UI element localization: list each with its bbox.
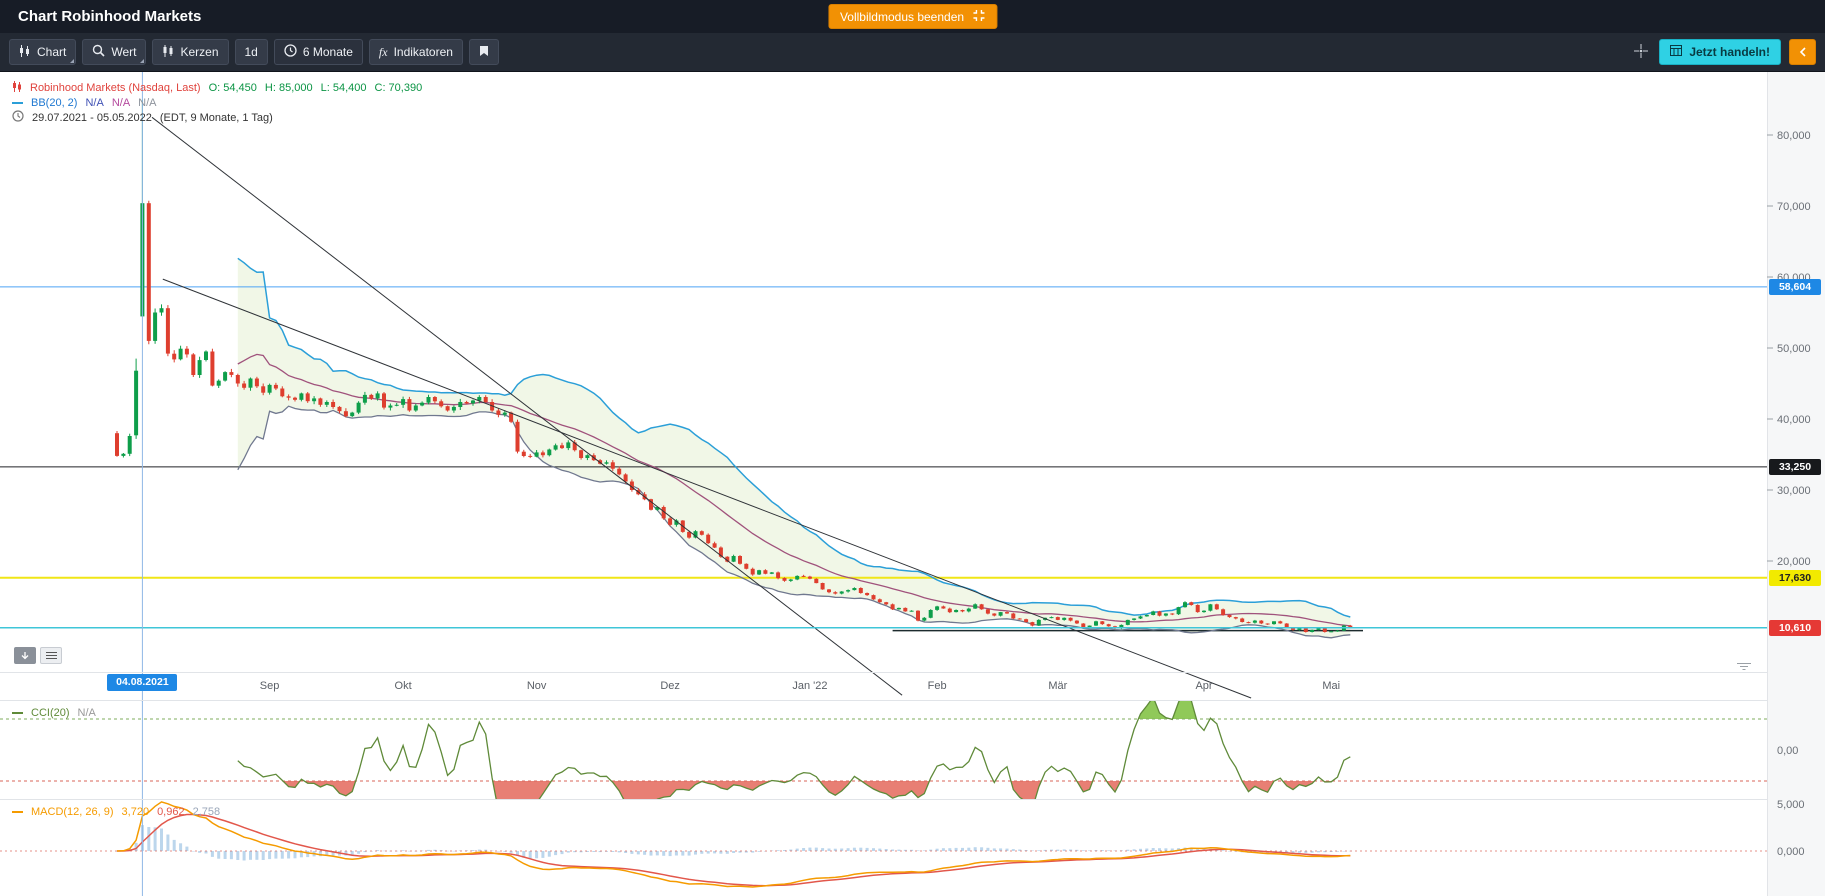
svg-text:Feb: Feb xyxy=(928,680,947,692)
exit-fullscreen-button[interactable]: Vollbildmodus beenden xyxy=(828,4,997,29)
svg-text:Okt: Okt xyxy=(395,680,412,692)
interval-label: 1d xyxy=(245,45,258,59)
price-chart-canvas[interactable]: Sep Okt Nov Dez Jan '22 Feb Mär Apr Mai 80,000 70,… xyxy=(0,72,1825,702)
svg-text:Mai: Mai xyxy=(1322,680,1340,692)
svg-text:40,000: 40,000 xyxy=(1777,414,1811,426)
price-level-badge: 33,250 xyxy=(1769,459,1821,475)
svg-text:Mär: Mär xyxy=(1048,680,1067,692)
bb-middle-value: N/A xyxy=(112,97,130,109)
candle-style-button[interactable]: Kerzen xyxy=(152,39,228,65)
chart-type-label: Chart xyxy=(37,45,66,59)
collapse-panel-button[interactable] xyxy=(1789,39,1816,65)
svg-text:50,000: 50,000 xyxy=(1777,343,1811,355)
cci-panel-canvas[interactable]: 0,00 xyxy=(0,700,1825,799)
cci-legend: CCI(20) N/A xyxy=(12,705,96,720)
panel-controls xyxy=(14,647,62,664)
arrow-down-icon xyxy=(20,651,30,661)
svg-text:Jan '22: Jan '22 xyxy=(792,680,827,692)
chevron-left-icon xyxy=(1799,45,1807,60)
trade-now-label: Jetzt handeln! xyxy=(1689,45,1770,59)
svg-text:Dez: Dez xyxy=(660,680,680,692)
panel-separator xyxy=(0,700,1767,701)
chart-application: Chart Robinhood Markets Vollbildmodus be… xyxy=(0,0,1825,896)
svg-text:20,000: 20,000 xyxy=(1777,556,1811,568)
ohlc-high: H: 85,000 xyxy=(265,82,313,94)
cci-value: N/A xyxy=(78,707,96,719)
bb-label: BB(20, 2) xyxy=(31,97,77,109)
macd-panel-canvas[interactable]: 5,000 0,000 xyxy=(0,799,1825,896)
svg-text:Nov: Nov xyxy=(527,680,547,692)
cci-line-icon xyxy=(12,712,23,714)
crosshair-date-badge: 04.08.2021 xyxy=(107,674,177,691)
clock-icon xyxy=(284,44,297,60)
bookmark-icon xyxy=(479,45,489,60)
panel-layout-button[interactable] xyxy=(40,647,62,664)
bb-line-icon xyxy=(12,102,23,104)
last-price-badge: 10,610 xyxy=(1769,620,1821,636)
crosshair-tool-button[interactable] xyxy=(1633,43,1649,62)
date-range-note: (EDT, 9 Monate, 1 Tag) xyxy=(160,112,273,124)
time-range-label: 6 Monate xyxy=(303,45,353,59)
svg-text:Apr: Apr xyxy=(1195,680,1212,692)
instrument-icon xyxy=(12,81,22,95)
svg-text:70,000: 70,000 xyxy=(1777,201,1811,213)
macd-hist-value: 2,758 xyxy=(193,806,221,818)
clock-icon xyxy=(12,110,24,125)
price-level-badge: 58,604 xyxy=(1769,279,1821,295)
dropdown-corner-icon xyxy=(70,59,74,63)
ohlc-open: O: 54,450 xyxy=(209,82,257,94)
indicators-label: Indikatoren xyxy=(394,45,453,59)
macd-value: 3,720 xyxy=(122,806,150,818)
exit-fullscreen-icon xyxy=(972,9,985,25)
bookmark-button[interactable] xyxy=(469,39,499,65)
ohlc-low: L: 54,400 xyxy=(321,82,367,94)
crosshair-icon xyxy=(1633,43,1649,62)
candlestick-icon xyxy=(19,45,31,60)
trade-now-button[interactable]: Jetzt handeln! xyxy=(1659,39,1781,65)
panel-collapse-button[interactable] xyxy=(14,647,36,664)
svg-text:80,000: 80,000 xyxy=(1777,130,1811,142)
macd-label: MACD(12, 26, 9) xyxy=(31,806,114,818)
panel-separator xyxy=(0,799,1767,800)
dropdown-corner-icon xyxy=(140,59,144,63)
interval-button[interactable]: 1d xyxy=(235,39,268,65)
svg-text:0,000: 0,000 xyxy=(1777,846,1805,858)
svg-text:5,000: 5,000 xyxy=(1777,799,1805,811)
candles-icon xyxy=(162,45,174,60)
date-range: 29.07.2021 - 05.05.2022 xyxy=(32,112,152,124)
svg-text:30,000: 30,000 xyxy=(1777,485,1811,497)
indicators-button[interactable]: fx Indikatoren xyxy=(369,39,463,65)
instrument-search-button[interactable]: Wert xyxy=(82,39,146,65)
search-icon xyxy=(92,44,105,60)
chart-legend: Robinhood Markets (Nasdaq, Last) O: 54,4… xyxy=(12,80,422,125)
instrument-name: Robinhood Markets (Nasdaq, Last) xyxy=(30,82,201,94)
instrument-search-label: Wert xyxy=(111,45,136,59)
chart-type-button[interactable]: Chart xyxy=(9,39,76,65)
macd-legend: MACD(12, 26, 9) 3,720 0,962 2,758 xyxy=(12,804,220,819)
chart-toolbar: Chart Wert Kerzen 1d 6 Monate fx Indi xyxy=(0,33,1825,72)
chart-area: Sep Okt Nov Dez Jan '22 Feb Mär Apr Mai 80,000 70,… xyxy=(0,72,1825,896)
cci-label: CCI(20) xyxy=(31,707,70,719)
panel-separator xyxy=(0,672,1767,673)
function-icon: fx xyxy=(379,45,388,60)
layers-icon xyxy=(46,651,57,660)
axis-settings-icon[interactable] xyxy=(1736,658,1752,676)
exit-fullscreen-label: Vollbildmodus beenden xyxy=(840,10,964,24)
bb-lower-value: N/A xyxy=(138,97,156,109)
time-range-button[interactable]: 6 Monate xyxy=(274,39,363,65)
bb-upper-value: N/A xyxy=(85,97,103,109)
candle-style-label: Kerzen xyxy=(180,45,218,59)
window-titlebar: Chart Robinhood Markets Vollbildmodus be… xyxy=(0,0,1825,33)
macd-line-icon xyxy=(12,811,23,813)
order-book-icon xyxy=(1670,45,1682,59)
price-level-badge: 17,630 xyxy=(1769,570,1821,586)
page-title: Chart Robinhood Markets xyxy=(18,8,201,25)
svg-text:0,00: 0,00 xyxy=(1777,745,1798,757)
macd-signal-value: 0,962 xyxy=(157,806,185,818)
ohlc-close: C: 70,390 xyxy=(375,82,423,94)
svg-text:Sep: Sep xyxy=(260,680,280,692)
